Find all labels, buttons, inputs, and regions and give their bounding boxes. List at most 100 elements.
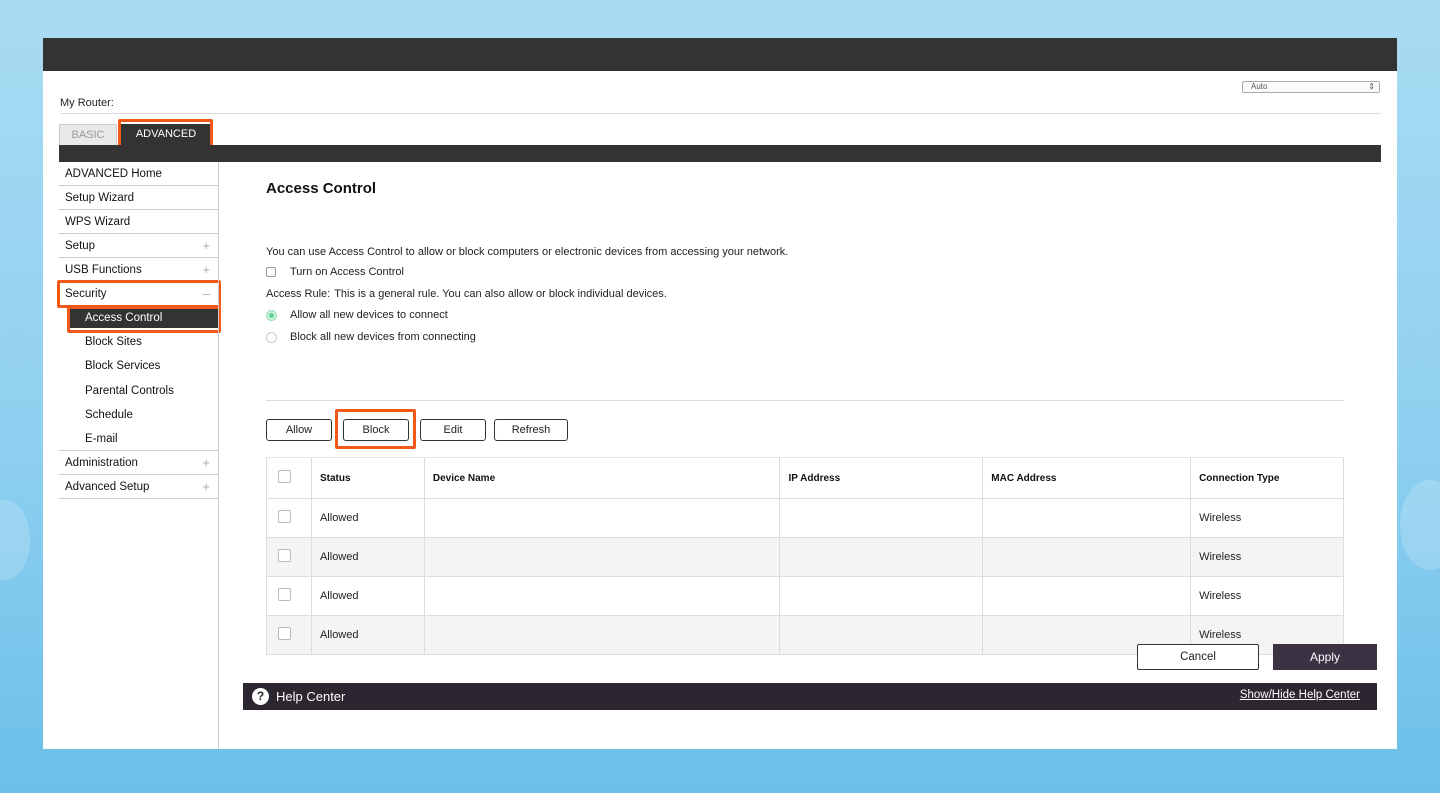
turn-on-row: Turn on Access Control	[266, 266, 404, 278]
help-icon: ?	[252, 688, 269, 705]
language-select[interactable]: Auto ⇕	[1242, 81, 1380, 93]
sidebar-item-label: Setup	[65, 240, 96, 252]
mac-address-cell	[982, 576, 1192, 616]
access-rule-label: Access Rule:	[266, 288, 331, 300]
device-name-cell	[423, 615, 781, 655]
allow-button[interactable]: Allow	[266, 419, 332, 441]
sidebar-item-label: Security	[65, 288, 107, 300]
header-status: Status	[310, 457, 425, 499]
tab-advanced[interactable]: ADVANCED	[121, 124, 211, 145]
ip-address-cell	[779, 576, 984, 616]
divider	[60, 113, 1381, 114]
sidebar-subitem-parental-controls[interactable]: Parental Controls	[59, 379, 218, 403]
radio-allow-row[interactable]: Allow all new devices to connect	[266, 309, 448, 321]
description-text: You can use Access Control to allow or b…	[266, 246, 789, 258]
table-row[interactable]: Allowed Wireless	[266, 498, 1344, 538]
section-divider	[266, 400, 1344, 401]
ip-address-cell	[779, 615, 984, 655]
tab-basic[interactable]: BASIC	[59, 124, 117, 145]
sidebar-item-label: Advanced Setup	[65, 481, 150, 494]
connection-type-cell: Wireless	[1190, 498, 1344, 538]
sidebar-item-usb-functions[interactable]: USB Functions +	[59, 258, 218, 282]
mac-address-cell	[982, 498, 1192, 538]
sidebar-subitem-access-control[interactable]: Access Control	[68, 309, 218, 328]
page-title: Access Control	[266, 180, 377, 197]
access-rule-row: Access Rule: This is a general rule. You…	[266, 288, 667, 300]
help-center-bar: ? Help Center Show/Hide Help Center	[243, 683, 1377, 710]
radio-allow-label: Allow all new devices to connect	[290, 309, 448, 321]
device-name-cell	[423, 537, 781, 577]
mac-address-cell	[982, 537, 1192, 577]
background-splash	[0, 500, 30, 580]
table-row[interactable]: Allowed Wireless	[266, 537, 1344, 577]
radio-block-row[interactable]: Block all new devices from connecting	[266, 331, 476, 343]
header-connection-type: Connection Type	[1190, 457, 1344, 499]
plus-icon: +	[202, 238, 210, 253]
table-row[interactable]: Allowed Wireless	[266, 576, 1344, 616]
sidebar-item-wps-wizard[interactable]: WPS Wizard	[59, 210, 218, 234]
sidebar-subitem-schedule[interactable]: Schedule	[59, 403, 218, 427]
cancel-button[interactable]: Cancel	[1137, 644, 1259, 670]
sidebar-item-security[interactable]: Security –	[59, 282, 218, 306]
access-rule-text: This is a general rule. You can also all…	[334, 288, 667, 300]
sidebar-item-label: Setup Wizard	[65, 192, 135, 204]
header-ip-address: IP Address	[779, 457, 984, 499]
row-checkbox[interactable]	[278, 549, 291, 562]
ip-address-cell	[779, 498, 984, 538]
sidebar-item-label: WPS Wizard	[65, 216, 131, 228]
sidebar-item-label: USB Functions	[65, 264, 142, 276]
router-label: My Router:	[60, 97, 114, 109]
header-device-name: Device Name	[423, 457, 781, 499]
block-button[interactable]: Block	[343, 419, 409, 441]
radio-allow-all[interactable]	[266, 309, 277, 321]
sidebar-divider	[218, 162, 219, 749]
status-cell: Allowed	[310, 537, 425, 577]
turn-on-label: Turn on Access Control	[290, 266, 404, 278]
apply-button[interactable]: Apply	[1273, 644, 1377, 670]
sidebar-item-label: Administration	[65, 457, 138, 470]
row-checkbox[interactable]	[278, 588, 291, 601]
radio-block-all[interactable]	[266, 331, 277, 343]
header-mac-address: MAC Address	[982, 457, 1192, 499]
sidebar-subitem-block-services[interactable]: Block Services	[59, 354, 218, 378]
status-cell: Allowed	[310, 498, 425, 538]
radio-block-label: Block all new devices from connecting	[290, 331, 476, 343]
device-table: Status Device Name IP Address MAC Addres…	[266, 457, 1344, 655]
row-select-cell	[266, 537, 312, 577]
router-admin-window: Auto ⇕ My Router: BASIC ADVANCED ADVANCE…	[43, 38, 1397, 749]
status-cell: Allowed	[310, 576, 425, 616]
edit-button[interactable]: Edit	[420, 419, 486, 441]
row-select-cell	[266, 576, 312, 616]
connection-type-cell: Wireless	[1190, 576, 1344, 616]
row-select-cell	[266, 615, 312, 655]
turn-on-access-control-checkbox[interactable]	[266, 267, 276, 277]
table-header-row: Status Device Name IP Address MAC Addres…	[266, 457, 1344, 499]
row-checkbox[interactable]	[278, 510, 291, 523]
device-name-cell	[423, 576, 781, 616]
top-bar	[43, 38, 1397, 71]
sidebar-item-advanced-home[interactable]: ADVANCED Home	[59, 162, 218, 186]
sidebar-subitem-email[interactable]: E-mail	[59, 427, 218, 452]
sidebar-item-setup-wizard[interactable]: Setup Wizard	[59, 186, 218, 210]
plus-icon: +	[202, 455, 210, 471]
connection-type-cell: Wireless	[1190, 537, 1344, 577]
row-select-cell	[266, 498, 312, 538]
plus-icon: +	[202, 262, 210, 277]
plus-icon: +	[202, 479, 210, 495]
device-name-cell	[423, 498, 781, 538]
header-select-all	[266, 457, 312, 499]
sidebar-item-advanced-setup[interactable]: Advanced Setup +	[59, 475, 218, 500]
refresh-button[interactable]: Refresh	[494, 419, 568, 441]
ip-address-cell	[779, 537, 984, 577]
sidebar-item-administration[interactable]: Administration +	[59, 451, 218, 476]
sidebar-subitem-block-sites[interactable]: Block Sites	[59, 330, 218, 354]
status-cell: Allowed	[310, 615, 425, 655]
show-hide-help-link[interactable]: Show/Hide Help Center	[1240, 689, 1360, 701]
language-select-value: Auto	[1251, 82, 1268, 91]
row-checkbox[interactable]	[278, 627, 291, 640]
sidebar-item-setup[interactable]: Setup +	[59, 234, 218, 258]
nav-dark-bar	[59, 145, 1381, 162]
select-all-checkbox[interactable]	[278, 470, 291, 483]
background-splash	[1400, 480, 1440, 570]
help-center-title: Help Center	[276, 689, 346, 704]
